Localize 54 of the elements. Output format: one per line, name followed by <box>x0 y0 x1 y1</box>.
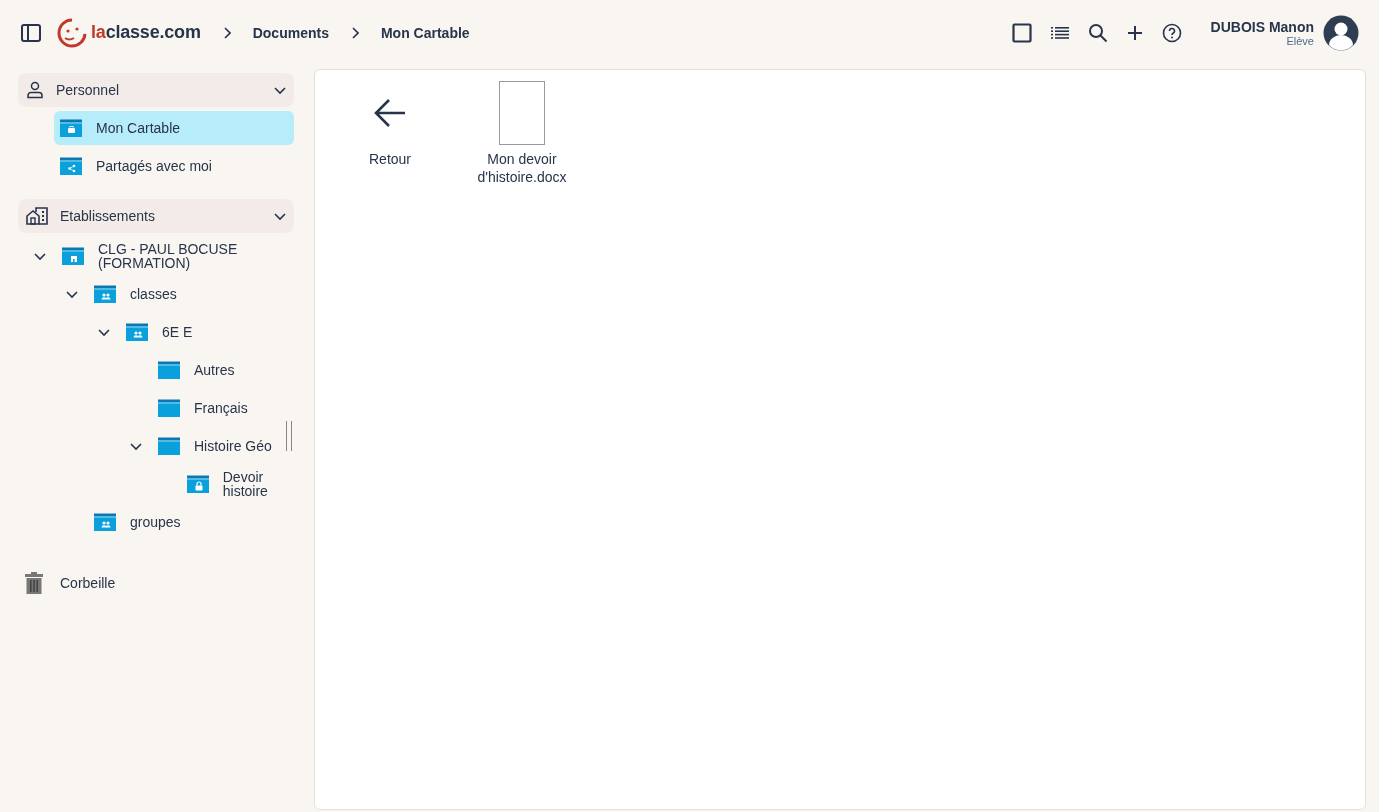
add-icon[interactable] <box>1126 24 1143 41</box>
folder-icon <box>126 323 148 341</box>
trash-icon <box>24 572 44 594</box>
nav-item[interactable]: Mon Cartable <box>54 111 294 145</box>
file-name: Mon devoir d'histoire.docx <box>476 150 568 186</box>
help-icon[interactable] <box>1161 22 1182 43</box>
section-header[interactable]: Personnel <box>18 73 294 107</box>
folder-icon <box>158 399 180 417</box>
document-thumbnail <box>499 81 545 145</box>
nav-item-label: Partagés avec moi <box>96 158 212 174</box>
avatar-icon[interactable] <box>1323 14 1359 51</box>
building-icon <box>26 207 48 225</box>
section-label: Etablissements <box>60 208 156 224</box>
folder-icon <box>62 247 84 265</box>
folder-icon <box>60 119 82 137</box>
nav-item[interactable]: Partagés avec moi <box>54 149 294 183</box>
folder-label[interactable]: groupes <box>130 515 181 529</box>
section-header[interactable]: Etablissements <box>18 199 294 233</box>
grid-view-icon[interactable] <box>1011 22 1032 43</box>
person-icon <box>26 81 44 99</box>
folder-icon <box>60 157 82 175</box>
logo-text: laclasse.com <box>91 22 201 43</box>
user-name: DUBOIS Manon <box>1210 18 1314 35</box>
back-arrow-icon <box>373 97 407 129</box>
folder-label[interactable]: Histoire Géo <box>194 439 272 453</box>
logo[interactable]: laclasse.com <box>57 17 201 48</box>
back-button[interactable]: Retour <box>335 80 445 168</box>
logo-icon <box>57 17 87 48</box>
folder-label[interactable]: CLG - PAUL BOCUSE (FORMATION) <box>98 242 248 270</box>
trash-item[interactable]: Corbeille <box>18 563 294 603</box>
folder-label[interactable]: 6E E <box>162 325 193 339</box>
chevron-right-icon <box>222 26 231 39</box>
breadcrumb-link[interactable]: Mon Cartable <box>380 24 470 41</box>
folder-label[interactable]: Français <box>194 401 248 415</box>
list-view-icon[interactable] <box>1050 26 1069 39</box>
folder-icon <box>94 285 116 303</box>
user-role: Elève <box>1286 34 1314 47</box>
breadcrumb-link[interactable]: Documents <box>252 24 329 41</box>
file-item[interactable]: Mon devoir d'histoire.docx <box>467 80 577 186</box>
back-label: Retour <box>369 150 411 168</box>
nav-item-label: Mon Cartable <box>96 120 181 136</box>
folder-icon <box>158 361 180 379</box>
folder-icon <box>94 513 116 531</box>
chevron-right-icon <box>350 26 359 39</box>
search-icon[interactable] <box>1087 22 1108 43</box>
folder-label[interactable]: classes <box>130 287 177 301</box>
folder-icon <box>158 437 180 455</box>
trash-label: Corbeille <box>60 575 116 591</box>
section-label: Personnel <box>56 82 121 98</box>
folder-label[interactable]: Devoir histoire <box>222 470 294 498</box>
resize-handle[interactable] <box>286 421 292 451</box>
folder-icon <box>186 475 209 493</box>
folder-label[interactable]: Autres <box>194 363 235 377</box>
sidebar-toggle-icon[interactable] <box>21 23 41 42</box>
